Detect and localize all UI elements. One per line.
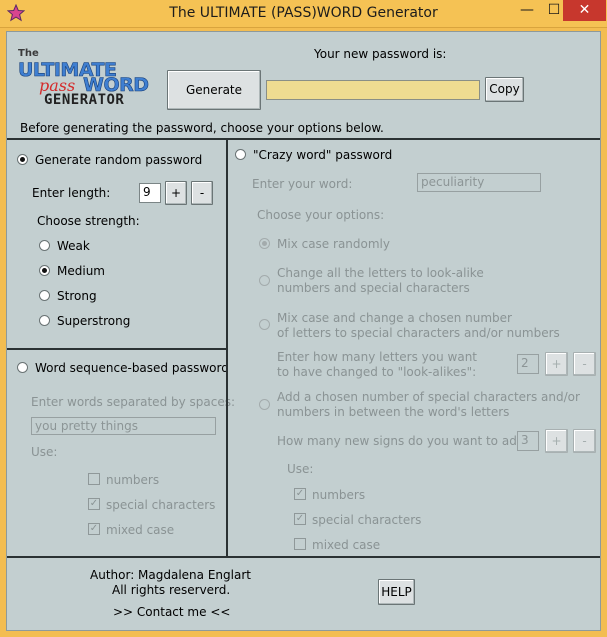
- wordseq-special-checkbox[interactable]: ✓: [88, 498, 100, 510]
- mix-change-label-line2[interactable]: of letters to special characters and/or …: [277, 326, 560, 340]
- word-sequence-enter-label: Enter words separated by spaces:: [31, 395, 236, 409]
- crazy-word-panel: [226, 140, 600, 558]
- mix-change-label-line1[interactable]: Mix case and change a chosen number: [277, 311, 512, 325]
- wordseq-mixed-label[interactable]: mixed case: [106, 523, 174, 537]
- new-signs-label: How many new signs do you want to add?: [277, 434, 531, 448]
- logo-the: The: [18, 48, 39, 59]
- close-button[interactable]: ✕: [563, 0, 606, 21]
- lookalike-radio[interactable]: [259, 275, 270, 286]
- strength-strong-label[interactable]: Strong: [57, 289, 97, 303]
- new-signs-input[interactable]: 3: [517, 431, 539, 451]
- crazy-word-label[interactable]: "Crazy word" password: [253, 148, 392, 162]
- how-many-label-line2: to have changed to "look-alikes":: [277, 365, 477, 379]
- password-label: Your new password is:: [314, 47, 447, 61]
- how-many-minus-button[interactable]: -: [573, 352, 596, 376]
- title-bar: The ULTIMATE (PASS)WORD Generator — ☐ ✕: [0, 0, 607, 28]
- crazy-enter-label: Enter your word:: [252, 177, 353, 191]
- word-sequence-use-label: Use:: [31, 445, 58, 459]
- strength-superstrong-label[interactable]: Superstrong: [57, 314, 130, 328]
- wordseq-numbers-label[interactable]: numbers: [106, 473, 159, 487]
- password-output-field[interactable]: [266, 80, 480, 100]
- minimize-button[interactable]: —: [513, 0, 541, 21]
- strength-superstrong-radio[interactable]: [39, 315, 50, 326]
- crazy-numbers-checkbox[interactable]: ✓: [294, 488, 306, 500]
- crazy-use-label: Use:: [287, 462, 314, 476]
- crazy-special-checkbox[interactable]: ✓: [294, 513, 306, 525]
- rights-text: All rights reserverd.: [112, 583, 231, 597]
- strength-medium-radio[interactable]: [39, 265, 50, 276]
- new-signs-minus-button[interactable]: -: [573, 429, 596, 453]
- crazy-numbers-label[interactable]: numbers: [312, 488, 365, 502]
- length-label: Enter length:: [32, 186, 111, 200]
- random-password-radio[interactable]: [17, 154, 28, 165]
- crazy-word-radio[interactable]: [235, 149, 246, 160]
- word-sequence-input[interactable]: you pretty things: [31, 417, 216, 435]
- how-many-plus-button[interactable]: +: [545, 352, 568, 376]
- length-input[interactable]: 9: [139, 183, 161, 203]
- wordseq-numbers-checkbox[interactable]: [88, 473, 100, 485]
- random-password-label[interactable]: Generate random password: [35, 153, 202, 167]
- strength-weak-label[interactable]: Weak: [57, 239, 90, 253]
- logo-generator: GENERATOR: [44, 92, 124, 106]
- new-signs-plus-button[interactable]: +: [545, 429, 568, 453]
- strength-weak-radio[interactable]: [39, 240, 50, 251]
- word-sequence-radio[interactable]: [17, 362, 28, 373]
- crazy-special-label[interactable]: special characters: [312, 513, 421, 527]
- length-minus-button[interactable]: -: [191, 181, 213, 205]
- strength-medium-label[interactable]: Medium: [57, 264, 105, 278]
- author-text: Author: Magdalena Englart: [90, 568, 251, 582]
- mix-change-radio[interactable]: [259, 319, 270, 330]
- crazy-mixed-checkbox[interactable]: [294, 538, 306, 550]
- wordseq-mixed-checkbox[interactable]: ✓: [88, 523, 100, 535]
- word-sequence-label[interactable]: Word sequence-based password: [35, 361, 229, 375]
- lookalike-label-line1[interactable]: Change all the letters to look-alike: [277, 266, 484, 280]
- copy-button[interactable]: Copy: [485, 77, 524, 102]
- mix-case-radio[interactable]: [259, 238, 270, 249]
- add-signs-label-line2[interactable]: numbers in between the word's letters: [277, 405, 509, 419]
- strength-label: Choose strength:: [37, 214, 140, 228]
- add-signs-radio[interactable]: [259, 399, 270, 410]
- how-many-label-line1: Enter how many letters you want: [277, 350, 478, 364]
- contact-link[interactable]: >> Contact me <<: [113, 605, 230, 619]
- wordseq-special-label[interactable]: special characters: [106, 498, 215, 512]
- crazy-choose-label: Choose your options:: [257, 208, 385, 222]
- help-button[interactable]: HELP: [378, 579, 415, 605]
- strength-strong-radio[interactable]: [39, 290, 50, 301]
- crazy-mixed-label[interactable]: mixed case: [312, 538, 380, 552]
- instructions-text: Before generating the password, choose y…: [20, 121, 384, 135]
- length-plus-button[interactable]: +: [165, 181, 187, 205]
- lookalike-label-line2[interactable]: numbers and special characters: [277, 281, 470, 295]
- add-signs-label-line1[interactable]: Add a chosen number of special character…: [277, 390, 580, 404]
- how-many-input[interactable]: 2: [517, 354, 539, 374]
- crazy-word-input[interactable]: peculiarity: [417, 173, 541, 192]
- client-area: The ULTIMATE pass WORD GENERATOR Your ne…: [6, 31, 601, 631]
- generate-button[interactable]: Generate: [167, 70, 261, 110]
- app-logo: The ULTIMATE pass WORD GENERATOR: [18, 48, 150, 106]
- mix-case-label[interactable]: Mix case randomly: [277, 237, 390, 251]
